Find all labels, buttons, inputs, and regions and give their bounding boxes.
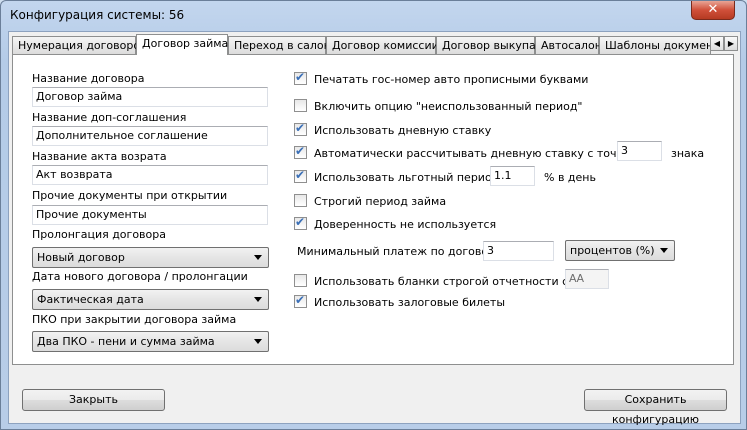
strict-loan-period-checkbox[interactable] bbox=[294, 194, 307, 207]
rate-precision-suffix: знака bbox=[671, 147, 705, 160]
prolongation-select[interactable]: Новый договор bbox=[32, 247, 269, 268]
pko-on-close-select[interactable]: Два ПКО - пени и сумма займа bbox=[32, 331, 269, 352]
pledge-tickets-checkbox[interactable]: ✔ bbox=[294, 293, 307, 308]
tab-auto-salon[interactable]: Автосалон bbox=[535, 36, 602, 54]
checkmark-icon: ✔ bbox=[295, 70, 306, 84]
window-close-button[interactable]: ✕ bbox=[691, 1, 735, 20]
checkmark-icon: ✔ bbox=[295, 121, 306, 135]
config-window: Конфигурация системы: 56 ✕ Нумерация дог… bbox=[0, 0, 747, 430]
auto-daily-rate-label: Автоматически рассчитывать дневную ставк… bbox=[314, 147, 659, 160]
rate-precision-input[interactable]: 3 bbox=[617, 141, 662, 161]
other-docs-label: Прочие документы при открытии bbox=[32, 189, 228, 202]
addendum-name-label: Название доп-соглашения bbox=[32, 111, 187, 124]
return-act-name-label: Название акта возрата bbox=[32, 150, 167, 163]
daily-rate-label: Использовать дневную ставку bbox=[314, 124, 492, 137]
window-title: Конфигурация системы: 56 bbox=[10, 8, 185, 22]
tab-scroll-right-icon[interactable]: ▶ bbox=[724, 36, 738, 51]
grace-period-suffix: % в день bbox=[544, 171, 596, 184]
print-plate-caps-checkbox[interactable]: ✔ bbox=[294, 70, 307, 85]
loan-contract-panel: Название договора Договор займа Название… bbox=[12, 54, 734, 365]
pko-on-close-label: ПКО при закрытии договора займа bbox=[32, 313, 237, 326]
min-payment-unit-select[interactable]: процентов (%) bbox=[565, 240, 675, 261]
pledge-tickets-label: Использовать залоговые билеты bbox=[314, 296, 506, 309]
checkmark-icon: ✔ bbox=[295, 168, 306, 182]
other-docs-input[interactable]: Прочие документы bbox=[32, 205, 268, 225]
tab-salon-transfer[interactable]: Переход в салон bbox=[228, 36, 331, 54]
tab-scroll-left-icon[interactable]: ◀ bbox=[710, 36, 724, 51]
min-payment-unit-value: процентов (%) bbox=[570, 244, 655, 257]
tab-commission-contract[interactable]: Договор комиссии bbox=[326, 36, 439, 54]
checkmark-icon: ✔ bbox=[295, 293, 306, 307]
grace-period-label: Использовать льготный период bbox=[314, 171, 500, 184]
client-area: Нумерация договоров Договор займа Перехо… bbox=[8, 31, 741, 426]
daily-rate-checkbox[interactable]: ✔ bbox=[294, 121, 307, 136]
tab-buyout-contract[interactable]: Договор выкупа bbox=[436, 36, 536, 54]
save-config-button[interactable]: Сохранить конфигурацию bbox=[584, 389, 727, 426]
prolongation-value: Новый договор bbox=[37, 251, 125, 264]
tab-document-templates[interactable]: Шаблоны документов bbox=[599, 36, 711, 54]
contract-name-label: Название договора bbox=[32, 72, 145, 85]
tab-strip: Нумерация договоров Договор займа Перехо… bbox=[12, 34, 740, 55]
chevron-down-icon bbox=[254, 339, 262, 344]
checkmark-icon: ✔ bbox=[295, 144, 306, 158]
no-power-of-attorney-checkbox[interactable]: ✔ bbox=[294, 215, 307, 230]
strict-forms-series-input[interactable]: АА bbox=[565, 269, 609, 289]
min-payment-input[interactable]: 3 bbox=[483, 241, 554, 261]
tab-contract-numbering[interactable]: Нумерация договоров bbox=[12, 36, 147, 54]
unused-period-checkbox[interactable] bbox=[294, 99, 307, 112]
prolongation-label: Пролонгация договора bbox=[32, 228, 166, 241]
contract-name-input[interactable]: Договор займа bbox=[32, 87, 268, 107]
unused-period-label: Включить опцию "неиспользованный период" bbox=[314, 100, 583, 113]
chevron-down-icon bbox=[660, 248, 668, 253]
auto-daily-rate-checkbox[interactable]: ✔ bbox=[294, 144, 307, 159]
grace-period-input[interactable]: 1.1 bbox=[490, 166, 535, 186]
print-plate-caps-label: Печатать гос-номер авто прописными буква… bbox=[314, 73, 589, 86]
new-contract-date-select[interactable]: Фактическая дата bbox=[32, 289, 269, 310]
min-payment-label: Минимальный платеж по договору bbox=[297, 245, 502, 258]
chevron-down-icon bbox=[254, 255, 262, 260]
strict-forms-label: Использовать бланки строгой отчетности с… bbox=[314, 275, 597, 288]
new-contract-date-value: Фактическая дата bbox=[37, 293, 144, 306]
close-button[interactable]: Закрыть bbox=[22, 389, 165, 411]
checkmark-icon: ✔ bbox=[295, 215, 306, 229]
pko-on-close-value: Два ПКО - пени и сумма займа bbox=[37, 335, 215, 348]
addendum-name-input[interactable]: Дополнительное соглашение bbox=[32, 126, 268, 146]
grace-period-checkbox[interactable]: ✔ bbox=[294, 168, 307, 183]
new-contract-date-label: Дата нового договора / пролонгации bbox=[32, 270, 248, 283]
no-power-of-attorney-label: Доверенность не используется bbox=[314, 218, 497, 231]
tab-loan-contract[interactable]: Договор займа bbox=[136, 34, 228, 55]
chevron-down-icon bbox=[254, 297, 262, 302]
tab-scroll-arrows: ◀ ▶ bbox=[710, 36, 740, 52]
strict-loan-period-label: Строгий период займа bbox=[314, 195, 447, 208]
strict-forms-checkbox[interactable] bbox=[294, 274, 307, 287]
return-act-name-input[interactable]: Акт возврата bbox=[32, 165, 268, 185]
